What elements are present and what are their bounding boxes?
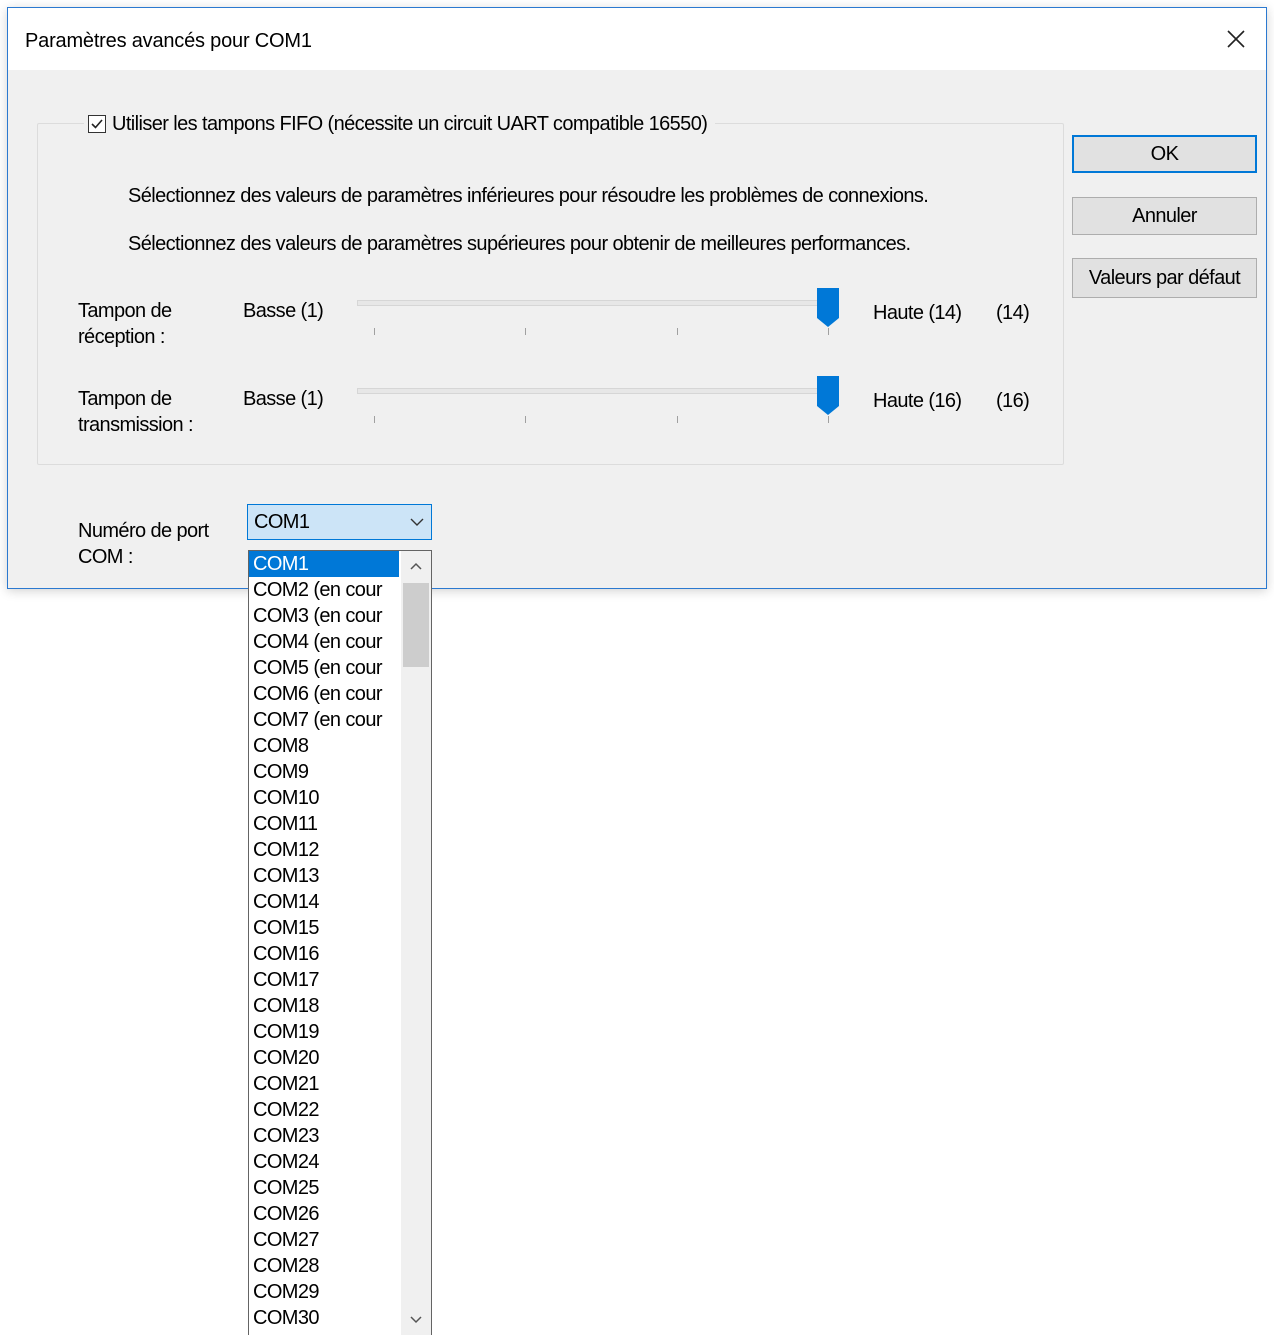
receive-label-line2: réception : (78, 326, 165, 348)
restore-defaults-button[interactable]: Valeurs par défaut (1072, 258, 1257, 298)
close-icon[interactable] (1206, 8, 1266, 70)
title-bar: Paramètres avancés pour COM1 (8, 8, 1266, 70)
slider-track (357, 300, 835, 306)
scroll-down-icon[interactable] (401, 1305, 431, 1335)
com-port-select[interactable]: COM1 (247, 504, 432, 540)
slider-tick (374, 416, 375, 423)
com-port-option[interactable]: COM27 (249, 1227, 399, 1253)
port-label-line1: Numéro de port (78, 520, 209, 542)
slider-tick (525, 328, 526, 335)
com-port-option[interactable]: COM16 (249, 941, 399, 967)
com-port-dropdown-list[interactable]: COM1 COM2 (en cour COM3 (en cour COM4 (en c… (248, 550, 432, 1335)
cancel-button[interactable]: Annuler (1072, 197, 1257, 235)
port-label-line2: COM : (78, 546, 133, 568)
chevron-down-icon (409, 515, 425, 533)
slider-thumb[interactable] (817, 376, 839, 416)
com-port-option[interactable]: COM1 (249, 551, 399, 577)
com-port-option[interactable]: COM9 (249, 759, 399, 785)
com-port-option[interactable]: COM15 (249, 915, 399, 941)
com-port-selected-value: COM1 (254, 511, 310, 533)
ok-button[interactable]: OK (1072, 135, 1257, 173)
com-port-option[interactable]: COM29 (249, 1279, 399, 1305)
com-port-option[interactable]: COM23 (249, 1123, 399, 1149)
scroll-up-icon[interactable] (401, 551, 431, 581)
com-port-option[interactable]: COM12 (249, 837, 399, 863)
com-port-option[interactable]: COM11 (249, 811, 399, 837)
com-port-option[interactable]: COM22 (249, 1097, 399, 1123)
slider-tick (677, 328, 678, 335)
fifo-checkbox-row[interactable]: Utiliser les tampons FIFO (nécessite un … (84, 110, 716, 138)
slider-thumb[interactable] (817, 288, 839, 328)
com-port-option[interactable]: COM30 (249, 1305, 399, 1331)
hint-higher-text: Sélectionnez des valeurs de paramètres s… (128, 233, 911, 255)
transmit-max-label: Haute (16) (873, 390, 962, 412)
receive-label-line1: Tampon de (78, 300, 172, 322)
receive-value: (14) (996, 302, 1030, 324)
com-port-option[interactable]: COM10 (249, 785, 399, 811)
dialog-title: Paramètres avancés pour COM1 (25, 30, 312, 52)
com-port-option[interactable]: COM19 (249, 1019, 399, 1045)
scrollbar-thumb[interactable] (403, 583, 429, 667)
com-port-option[interactable]: COM4 (en cour (249, 629, 399, 655)
receive-max-label: Haute (14) (873, 302, 962, 324)
slider-tick (828, 416, 829, 423)
dropdown-scrollbar[interactable] (401, 551, 431, 1335)
receive-min-label: Basse (1) (243, 300, 324, 322)
com-port-option[interactable]: COM25 (249, 1175, 399, 1201)
com-port-option[interactable]: COM28 (249, 1253, 399, 1279)
com-port-option[interactable]: COM18 (249, 993, 399, 1019)
slider-tick (525, 416, 526, 423)
transmit-min-label: Basse (1) (243, 388, 324, 410)
slider-tick (374, 328, 375, 335)
com-port-option[interactable]: COM21 (249, 1071, 399, 1097)
com-port-option[interactable]: COM8 (249, 733, 399, 759)
com-port-options: COM1 COM2 (en cour COM3 (en cour COM4 (en c… (249, 551, 399, 1331)
hint-lower-text: Sélectionnez des valeurs de paramètres i… (128, 185, 929, 207)
receive-buffer-slider[interactable] (357, 288, 839, 348)
transmit-label-line2: transmission : (78, 414, 194, 436)
slider-tick (677, 416, 678, 423)
com-port-option[interactable]: COM24 (249, 1149, 399, 1175)
transmit-buffer-slider[interactable] (357, 376, 839, 436)
com-port-option[interactable]: COM3 (en cour (249, 603, 399, 629)
com-port-option[interactable]: COM14 (249, 889, 399, 915)
com-port-option[interactable]: COM17 (249, 967, 399, 993)
com-port-option[interactable]: COM5 (en cour (249, 655, 399, 681)
transmit-label-line1: Tampon de (78, 388, 172, 410)
fifo-checkbox-label: Utiliser les tampons FIFO (nécessite un … (112, 112, 708, 135)
slider-track (357, 388, 835, 394)
com-port-option[interactable]: COM6 (en cour (249, 681, 399, 707)
com-port-option[interactable]: COM26 (249, 1201, 399, 1227)
com-port-option[interactable]: COM13 (249, 863, 399, 889)
slider-tick (828, 328, 829, 335)
checkmark-icon (91, 119, 103, 129)
com-port-option[interactable]: COM2 (en cour (249, 577, 399, 603)
fifo-checkbox[interactable] (88, 115, 106, 133)
com-port-option[interactable]: COM7 (en cour (249, 707, 399, 733)
transmit-value: (16) (996, 390, 1030, 412)
com-port-option[interactable]: COM20 (249, 1045, 399, 1071)
